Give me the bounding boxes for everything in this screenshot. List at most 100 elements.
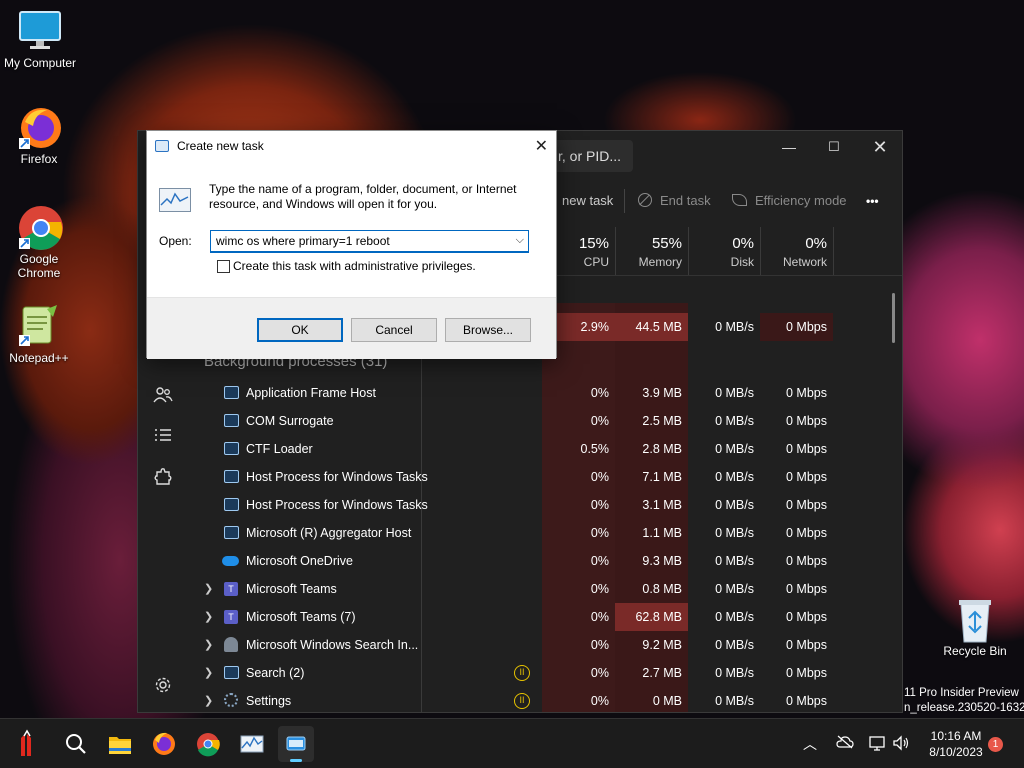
process-row[interactable]: Host Process for Windows Tasks 0% 7.1 MB 0 … [188, 463, 902, 491]
memory-cell: 0 MB [652, 694, 682, 708]
dialog-titlebar: Create new task ✕ [147, 131, 556, 162]
process-window-icon [224, 526, 239, 539]
process-row[interactable]: ❯ T Microsoft Teams 0% 0.8 MB 0 MB/s 0 Mbps [188, 575, 902, 603]
task-manager-taskbar-icon[interactable] [234, 726, 270, 762]
desktop-icon-notepad-plus-plus[interactable]: Notepad++ [0, 303, 79, 365]
chevron-down-icon[interactable]: ⌵ [516, 234, 524, 247]
disk-label: Disk [730, 255, 754, 269]
desktop-icon-my-computer[interactable]: My Computer [0, 8, 80, 70]
column-memory[interactable]: 55% Memory [615, 227, 688, 275]
process-name: Microsoft (R) Aggregator Host [246, 526, 412, 540]
memory-cell: 1.1 MB [642, 526, 682, 540]
scrollbar-thumb[interactable] [892, 293, 895, 343]
file-explorer-icon[interactable] [102, 726, 138, 762]
desktop-icon-label: Firefox [20, 152, 58, 166]
process-name: Search (2) [246, 666, 305, 680]
expand-chevron-icon[interactable]: ❯ [204, 659, 213, 687]
cancel-button[interactable]: Cancel [351, 318, 437, 342]
details-list-icon[interactable] [150, 425, 176, 451]
process-row[interactable]: Microsoft OneDrive 0% 9.3 MB 0 MB/s 0 Mbps [188, 547, 902, 575]
desktop-icon-google-chrome[interactable]: Google Chrome [0, 204, 79, 280]
process-row[interactable]: ❯ Microsoft Windows Search In... 0% 9.2 MB 0… [188, 631, 902, 659]
search-icon[interactable] [58, 726, 94, 762]
process-window-icon [224, 666, 239, 679]
process-row[interactable]: ❯ T Microsoft Teams (7) 0% 62.8 MB 0 MB/s 0 Mb… [188, 603, 902, 631]
process-row[interactable]: Microsoft (R) Aggregator Host 0% 1.1 MB 0 M… [188, 519, 902, 547]
open-combobox[interactable]: wimc os where primary=1 reboot ⌵ [210, 230, 529, 253]
desktop-icon-recycle-bin[interactable]: Recycle Bin [935, 596, 1015, 658]
end-task-icon [638, 193, 652, 207]
task-manager-app-icon [159, 188, 191, 212]
search-indexer-icon [224, 637, 238, 652]
memory-cell: 3.9 MB [642, 386, 682, 400]
settings-gear-icon[interactable] [150, 675, 176, 701]
process-row[interactable]: ❯ Settings II 0% 0 MB 0 MB/s 0 Mbps [188, 687, 902, 712]
clock[interactable]: 10:16 AM 8/10/2023 [920, 728, 992, 760]
run-app-taskbar-icon[interactable] [278, 726, 314, 762]
cpu-cell: 0% [590, 386, 609, 400]
more-options-button[interactable]: ••• [866, 187, 879, 215]
disk-cell: 0 MB/s [715, 498, 754, 512]
process-row[interactable]: COM Surrogate 0% 2.5 MB 0 MB/s 0 Mbps [188, 407, 902, 435]
active-indicator [290, 759, 302, 762]
more-options-label: ••• [866, 194, 879, 208]
ok-button[interactable]: OK [257, 318, 343, 342]
network-cell: 0 Mbps [786, 414, 827, 428]
end-task-button[interactable]: End task [638, 187, 711, 215]
efficiency-mode-label: Efficiency mode [755, 193, 847, 208]
desktop-icon-label: Recycle Bin [943, 644, 1007, 658]
run-new-task-button[interactable]: new task [562, 187, 613, 215]
volume-icon[interactable] [892, 735, 910, 756]
services-puzzle-icon[interactable] [150, 466, 176, 492]
clock-date: 8/10/2023 [929, 745, 983, 759]
cpu-cell: 0.5% [580, 442, 610, 456]
efficiency-mode-button[interactable]: Efficiency mode [732, 187, 847, 215]
users-icon[interactable] [150, 385, 176, 411]
start-logo-icon[interactable] [9, 726, 45, 762]
open-input[interactable]: wimc os where primary=1 reboot [216, 234, 390, 248]
close-button[interactable]: ✕ [857, 131, 902, 163]
cpu-cell: 0% [590, 526, 609, 540]
dialog-close-button[interactable]: ✕ [535, 131, 548, 162]
process-name: Host Process for Windows Tasks [246, 470, 428, 484]
notification-badge[interactable]: 1 [988, 737, 1003, 752]
expand-chevron-icon[interactable]: ❯ [204, 631, 213, 659]
process-row[interactable]: CTF Loader 0.5% 2.8 MB 0 MB/s 0 Mbps [188, 435, 902, 463]
desktop-icon-label: My Computer [3, 56, 77, 70]
desktop-icon-firefox[interactable]: Firefox [0, 104, 79, 166]
memory-cell: 9.3 MB [642, 554, 682, 568]
disk-cell: 0 MB/s [715, 694, 754, 708]
cloud-offline-icon[interactable] [836, 735, 854, 754]
column-disk[interactable]: 0% Disk [688, 227, 760, 275]
disk-cell: 0 MB/s [715, 582, 754, 596]
disk-total: 0% [732, 235, 754, 252]
chrome-taskbar-icon[interactable] [190, 726, 226, 762]
process-name: CTF Loader [246, 442, 313, 456]
network-cell: 0 Mbps [786, 582, 827, 596]
expand-chevron-icon[interactable]: ❯ [204, 575, 213, 603]
admin-checkbox[interactable] [217, 260, 230, 273]
memory-cell: 3.1 MB [642, 498, 682, 512]
expand-chevron-icon[interactable]: ❯ [204, 603, 213, 631]
disk-cell: 0 MB/s [715, 610, 754, 624]
network-cell: 0 Mbps [760, 313, 833, 341]
process-row[interactable]: ❯ Search (2) II 0% 2.7 MB 0 MB/s 0 Mbps [188, 659, 902, 687]
windows-watermark: 11 Pro Insider Preview n_release.230520-… [904, 686, 1024, 716]
cpu-cell: 0% [590, 414, 609, 428]
browse-button[interactable]: Browse... [445, 318, 531, 342]
network-cell: 0 Mbps [786, 470, 827, 484]
memory-cell: 0.8 MB [642, 582, 682, 596]
process-row[interactable]: Host Process for Windows Tasks 0% 3.1 MB 0 … [188, 491, 902, 519]
column-network[interactable]: 0% Network [760, 227, 834, 275]
chevron-up-icon[interactable]: ︿ [803, 734, 817, 754]
disk-cell: 0 MB/s [715, 470, 754, 484]
expand-chevron-icon[interactable]: ❯ [204, 687, 213, 712]
process-row[interactable]: Application Frame Host 0% 3.9 MB 0 MB/s 0 Mb… [188, 379, 902, 407]
network-icon[interactable] [868, 735, 886, 756]
maximize-button[interactable]: ☐ [811, 131, 857, 163]
firefox-taskbar-icon[interactable] [146, 726, 182, 762]
process-window-icon [224, 386, 239, 399]
desktop-icon-label: Google Chrome [17, 252, 61, 280]
minimize-button[interactable]: — [766, 131, 812, 163]
process-window-icon [224, 414, 239, 427]
